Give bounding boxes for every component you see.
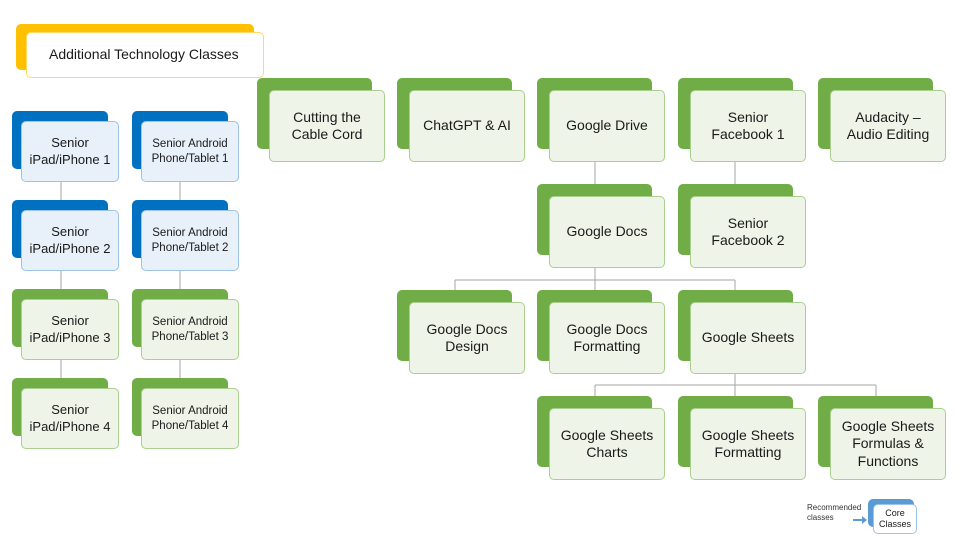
node-label: Google Docs Design (409, 302, 525, 374)
node-label: Cutting the Cable Cord (269, 90, 385, 162)
node-label: Senior Facebook 1 (690, 90, 806, 162)
page-title: Additional Technology Classes (26, 32, 264, 78)
node-label: Senior iPad/iPhone 3 (21, 299, 119, 360)
node-label: Google Drive (549, 90, 665, 162)
node-label: ChatGPT & AI (409, 90, 525, 162)
node-label: Google Sheets Formulas & Functions (830, 408, 946, 480)
node-label: Senior iPad/iPhone 2 (21, 210, 119, 271)
node-label: Senior iPad/iPhone 1 (21, 121, 119, 182)
node-label: Senior Android Phone/Tablet 3 (141, 299, 239, 360)
node-label: Audacity – Audio Editing (830, 90, 946, 162)
node-label: Google Sheets Charts (549, 408, 665, 480)
node-label: Senior Android Phone/Tablet 4 (141, 388, 239, 449)
node-label: Senior Facebook 2 (690, 196, 806, 268)
legend-core-label: Core Classes (873, 504, 917, 534)
node-label: Google Docs Formatting (549, 302, 665, 374)
node-label: Google Docs (549, 196, 665, 268)
node-label: Senior Android Phone/Tablet 2 (141, 210, 239, 271)
node-label: Senior Android Phone/Tablet 1 (141, 121, 239, 182)
node-label: Google Sheets Formatting (690, 408, 806, 480)
legend-arrow-icon (853, 516, 867, 524)
node-label: Google Sheets (690, 302, 806, 374)
node-label: Senior iPad/iPhone 4 (21, 388, 119, 449)
